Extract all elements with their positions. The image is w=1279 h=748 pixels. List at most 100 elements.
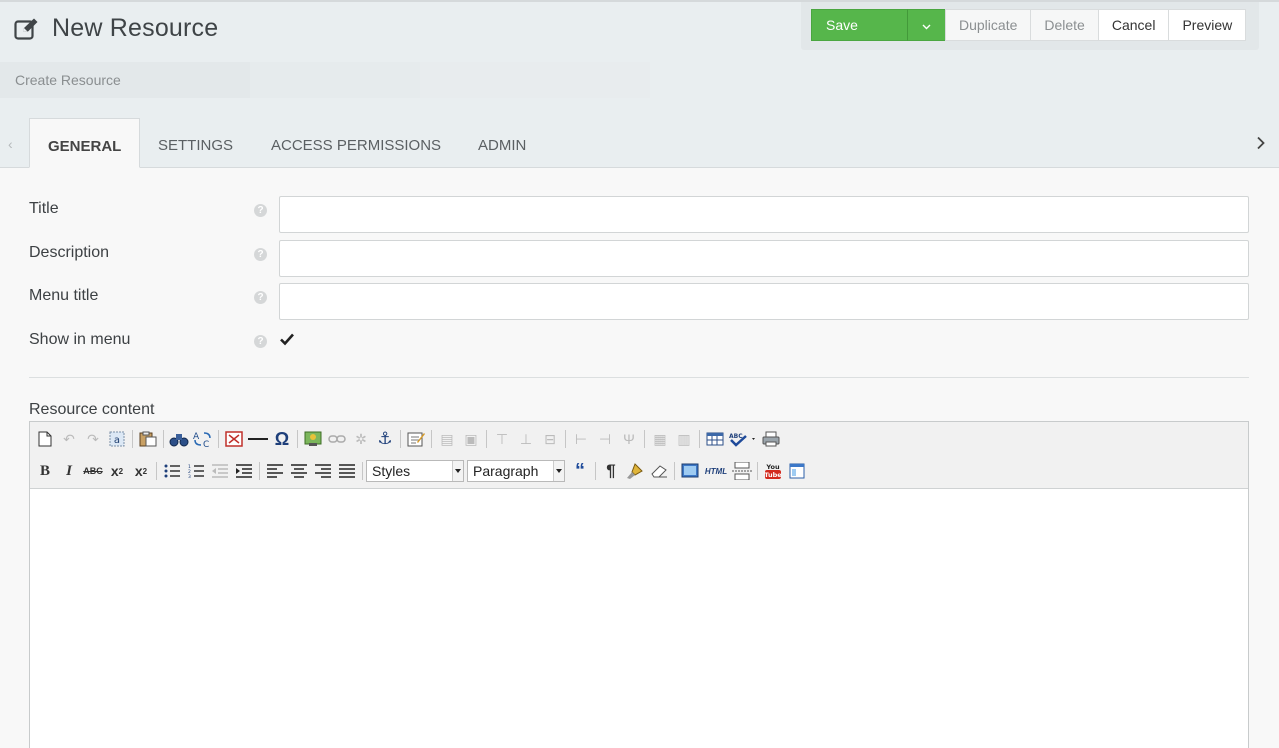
strikethrough-icon[interactable]: ABC <box>81 459 105 483</box>
tab-general[interactable]: GENERAL <box>29 118 141 168</box>
col-delete-icon[interactable]: Ψ <box>617 427 641 451</box>
svg-text:a: a <box>114 435 120 446</box>
remove-format-icon[interactable] <box>623 459 647 483</box>
page-title-text: New Resource <box>52 14 219 42</box>
editor-toolbar: ↶ ↷ a AC Ω ✲ ⚓ ▤ ▣ ⊤ ⊥ ⊟ ⊢ ⊣ Ψ ▦ ▥ ABC B… <box>30 422 1248 489</box>
subscript-icon[interactable]: x2 <box>105 459 129 483</box>
save-button[interactable]: Save <box>811 9 908 41</box>
save-options-button[interactable] <box>907 9 946 41</box>
blockquote-icon[interactable]: “ <box>568 459 592 483</box>
description-input[interactable] <box>279 240 1249 277</box>
section-divider <box>29 377 1249 378</box>
align-right-icon[interactable] <box>311 459 335 483</box>
numbered-list-icon[interactable]: 123 <box>184 459 208 483</box>
horizontal-rule-icon[interactable] <box>246 427 270 451</box>
row-insert-before-icon[interactable]: ⊤ <box>490 427 514 451</box>
spellcheck-icon[interactable]: ABC <box>727 427 759 451</box>
page-title: New Resource <box>14 14 218 43</box>
insert-table-icon[interactable] <box>703 427 727 451</box>
delete-button[interactable]: Delete <box>1030 9 1099 41</box>
cancel-button[interactable]: Cancel <box>1097 9 1170 41</box>
outdent-icon[interactable] <box>208 459 232 483</box>
row-insert-after-icon[interactable]: ⊥ <box>514 427 538 451</box>
special-character-icon[interactable]: Ω <box>270 427 294 451</box>
split-cells-icon[interactable]: ▦ <box>648 427 672 451</box>
redo-icon[interactable]: ↷ <box>81 427 105 451</box>
question-circle-icon[interactable]: ? <box>254 291 267 304</box>
show-in-menu-checkbox[interactable] <box>279 331 295 347</box>
merge-cells-icon[interactable]: ▥ <box>672 427 696 451</box>
link-icon[interactable] <box>325 427 349 451</box>
edit-html-icon[interactable] <box>404 427 428 451</box>
bullet-list-icon[interactable] <box>160 459 184 483</box>
italic-icon[interactable]: I <box>57 459 81 483</box>
indent-icon[interactable] <box>232 459 256 483</box>
insert-image-icon[interactable] <box>301 427 325 451</box>
resource-content-label: Resource content <box>29 401 155 418</box>
svg-text:3: 3 <box>188 474 191 478</box>
chevron-down-icon <box>553 461 564 481</box>
menu-title-label: Menu title <box>29 287 99 304</box>
new-document-icon[interactable] <box>33 427 57 451</box>
question-circle-icon[interactable]: ? <box>254 248 267 261</box>
template-icon[interactable] <box>785 459 809 483</box>
format-select[interactable]: Paragraph <box>467 460 565 482</box>
pilcrow-icon[interactable]: ¶ <box>599 459 623 483</box>
format-select-value: Paragraph <box>473 463 539 479</box>
table-row-icon[interactable]: ▤ <box>435 427 459 451</box>
find-icon[interactable] <box>167 427 191 451</box>
tab-settings[interactable]: SETTINGS <box>140 118 251 168</box>
row-delete-icon[interactable]: ⊟ <box>538 427 562 451</box>
print-icon[interactable] <box>759 427 783 451</box>
youtube-icon[interactable]: You Tube <box>761 459 785 483</box>
chevron-down-icon <box>452 461 463 481</box>
preview-button[interactable]: Preview <box>1168 9 1247 41</box>
title-input[interactable] <box>279 196 1249 233</box>
page-break-icon[interactable] <box>730 459 754 483</box>
anchor-icon[interactable]: ⚓ <box>373 427 397 451</box>
svg-text:A: A <box>193 432 200 442</box>
tab-scroll-right-icon[interactable] <box>1256 134 1266 155</box>
tab-access-permissions[interactable]: ACCESS PERMISSIONS <box>253 118 459 168</box>
editor-toolbar-row-2: B I ABC x2 x2 123 Styles Paragraph “ ¶ H… <box>33 458 809 484</box>
action-button-group: Save Duplicate Delete Cancel Preview <box>811 9 1247 41</box>
rich-text-editor: ↶ ↷ a AC Ω ✲ ⚓ ▤ ▣ ⊤ ⊥ ⊟ ⊢ ⊣ Ψ ▦ ▥ ABC B… <box>29 421 1249 748</box>
tab-scroll-left-icon[interactable]: ‹ <box>8 136 13 152</box>
description-label: Description <box>29 244 110 261</box>
align-justify-icon[interactable] <box>335 459 359 483</box>
styles-select-value: Styles <box>372 463 411 479</box>
svg-text:You: You <box>765 463 780 471</box>
edit-icon <box>14 17 40 41</box>
question-circle-icon[interactable]: ? <box>254 335 267 348</box>
fullscreen-icon[interactable] <box>678 459 702 483</box>
replace-icon[interactable]: AC <box>191 427 215 451</box>
align-center-icon[interactable] <box>287 459 311 483</box>
action-bar: Save Duplicate Delete Cancel Preview <box>801 2 1259 50</box>
svg-text:Tube: Tube <box>764 471 782 479</box>
menu-title-input[interactable] <box>279 283 1249 320</box>
bold-icon[interactable]: B <box>33 459 57 483</box>
editor-toolbar-row-1: ↶ ↷ a AC Ω ✲ ⚓ ▤ ▣ ⊤ ⊥ ⊟ ⊢ ⊣ Ψ ▦ ▥ ABC <box>33 426 783 452</box>
breadcrumb: Create Resource <box>15 72 121 88</box>
eraser-icon[interactable] <box>647 459 671 483</box>
table-delete-icon[interactable]: ▣ <box>459 427 483 451</box>
editor-content-area[interactable] <box>30 490 1248 748</box>
checkmark-icon <box>280 333 294 346</box>
styles-select[interactable]: Styles <box>366 460 464 482</box>
title-label: Title <box>29 200 59 217</box>
question-circle-icon[interactable]: ? <box>254 204 267 217</box>
col-insert-after-icon[interactable]: ⊣ <box>593 427 617 451</box>
svg-text:C: C <box>203 440 209 448</box>
duplicate-button[interactable]: Duplicate <box>945 9 1032 41</box>
undo-icon[interactable]: ↶ <box>57 427 81 451</box>
tab-admin[interactable]: ADMIN <box>460 118 544 168</box>
unlink-icon[interactable]: ✲ <box>349 427 373 451</box>
html-source-icon[interactable]: HTML <box>702 459 730 483</box>
superscript-icon[interactable]: x2 <box>129 459 153 483</box>
align-left-icon[interactable] <box>263 459 287 483</box>
cleanup-code-icon[interactable] <box>222 427 246 451</box>
show-in-menu-label: Show in menu <box>29 331 131 348</box>
select-all-icon[interactable]: a <box>105 427 129 451</box>
paste-icon[interactable] <box>136 427 160 451</box>
col-insert-before-icon[interactable]: ⊢ <box>569 427 593 451</box>
